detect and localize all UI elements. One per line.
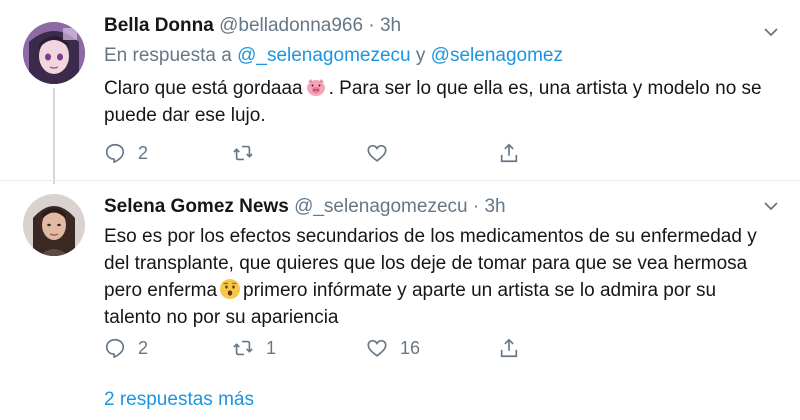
tweet-text-part: Claro que está gordaaa bbox=[104, 78, 303, 99]
avatar[interactable] bbox=[23, 22, 85, 84]
retweet-button[interactable] bbox=[232, 142, 266, 164]
tweet-content: Selena Gomez News @_selenagomezecu · 3h … bbox=[104, 194, 770, 331]
avatar[interactable] bbox=[23, 194, 85, 256]
retweet-icon bbox=[233, 145, 253, 161]
reply-button[interactable]: 2 bbox=[104, 337, 148, 359]
share-button[interactable] bbox=[498, 142, 520, 164]
reply-button[interactable]: 2 bbox=[104, 142, 148, 164]
tweet-content: Bella Donna @belladonna966 · 3h En respu… bbox=[104, 13, 770, 129]
tweet-bella-donna[interactable]: Bella Donna @belladonna966 · 3h En respu… bbox=[0, 0, 800, 184]
timestamp[interactable]: 3h bbox=[380, 15, 401, 36]
more-replies-link[interactable]: 2 respuestas más bbox=[104, 388, 254, 412]
tweet-text: Claro que está gordaaa. Para ser lo que … bbox=[104, 75, 770, 129]
share-icon bbox=[500, 338, 518, 358]
chevron-down-icon[interactable] bbox=[764, 201, 778, 211]
mention-link[interactable]: @selenagomez bbox=[431, 45, 563, 66]
pig-face-icon bbox=[306, 79, 325, 96]
retweet-icon bbox=[233, 340, 253, 356]
like-button[interactable]: 16 bbox=[366, 337, 420, 359]
thread-line bbox=[53, 88, 55, 184]
avatar-image bbox=[23, 22, 85, 84]
chevron-down-icon[interactable] bbox=[764, 27, 778, 37]
reply-count: 2 bbox=[138, 142, 149, 163]
separator-dot: · bbox=[472, 196, 480, 217]
like-icon bbox=[367, 339, 387, 357]
reply-icon bbox=[105, 338, 125, 358]
retweet-button[interactable]: 1 bbox=[232, 337, 276, 359]
like-count: 16 bbox=[400, 337, 421, 358]
like-button[interactable] bbox=[366, 142, 400, 164]
user-handle[interactable]: @_selenagomezecu bbox=[294, 196, 468, 217]
share-icon bbox=[500, 143, 518, 163]
timestamp[interactable]: 3h bbox=[484, 196, 505, 217]
reply-conjunction: y bbox=[410, 45, 431, 66]
tweet-header: Bella Donna @belladonna966 · 3h bbox=[104, 13, 770, 39]
hushed-face-icon bbox=[220, 279, 241, 299]
tweet-header: Selena Gomez News @_selenagomezecu · 3h bbox=[104, 194, 770, 220]
like-icon bbox=[367, 144, 387, 162]
reply-icon bbox=[105, 143, 125, 163]
share-button[interactable] bbox=[498, 337, 520, 359]
retweet-count: 1 bbox=[266, 337, 277, 358]
user-handle[interactable]: @belladonna966 bbox=[219, 15, 363, 36]
reply-count: 2 bbox=[138, 337, 149, 358]
tweet-text: Eso es por los efectos secundarios de lo… bbox=[104, 223, 770, 331]
display-name[interactable]: Bella Donna bbox=[104, 15, 214, 36]
reply-prefix: En respuesta a bbox=[104, 45, 238, 66]
reply-context: En respuesta a @_selenagomezecu y @selen… bbox=[104, 43, 770, 69]
avatar-image bbox=[23, 194, 85, 256]
separator-dot: · bbox=[368, 15, 375, 36]
display-name[interactable]: Selena Gomez News bbox=[104, 196, 289, 217]
mention-link[interactable]: @_selenagomezecu bbox=[237, 45, 411, 66]
